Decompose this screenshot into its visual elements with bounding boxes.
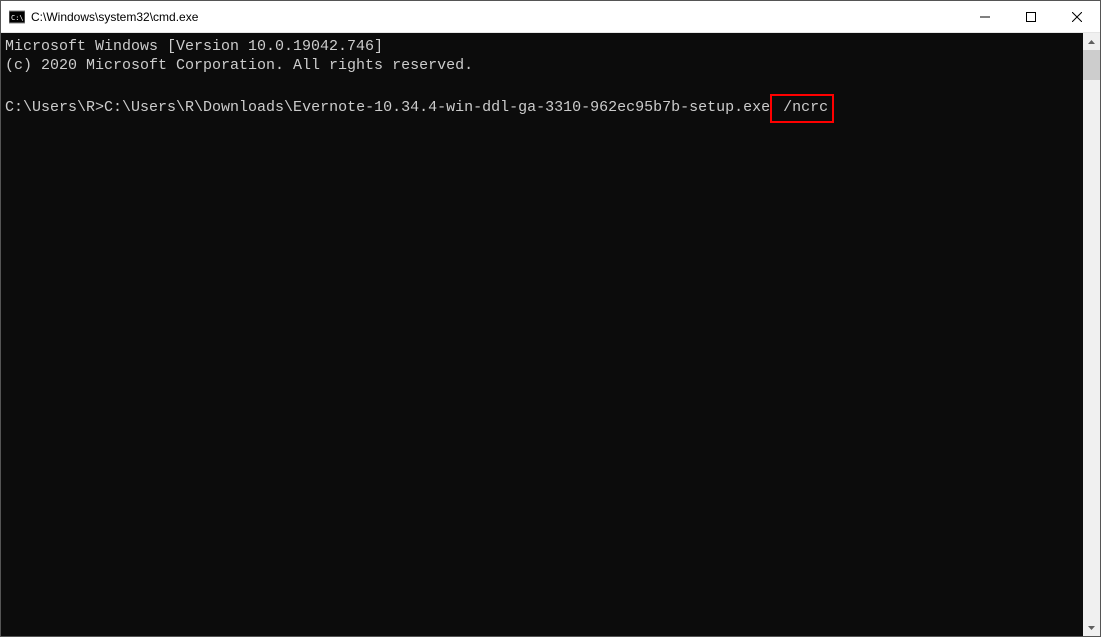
window-title: C:\Windows\system32\cmd.exe xyxy=(31,10,198,24)
close-button[interactable] xyxy=(1054,1,1100,32)
command-text: C:\Users\R\Downloads\Evernote-10.34.4-wi… xyxy=(104,99,770,116)
titlebar: C:\ C:\Windows\system32\cmd.exe xyxy=(1,1,1100,33)
ncrc-flag: /ncrc xyxy=(783,99,828,116)
scroll-down-arrow[interactable] xyxy=(1083,619,1100,636)
scroll-track[interactable] xyxy=(1083,50,1100,619)
scroll-up-arrow[interactable] xyxy=(1083,33,1100,50)
console-output[interactable]: Microsoft Windows [Version 10.0.19042.74… xyxy=(1,33,1083,636)
svg-text:C:\: C:\ xyxy=(11,14,24,22)
highlighted-flag: /ncrc xyxy=(770,94,834,123)
window-controls xyxy=(962,1,1100,32)
version-line: Microsoft Windows [Version 10.0.19042.74… xyxy=(5,38,383,55)
minimize-button[interactable] xyxy=(962,1,1008,32)
titlebar-left: C:\ C:\Windows\system32\cmd.exe xyxy=(1,9,198,25)
maximize-button[interactable] xyxy=(1008,1,1054,32)
vertical-scrollbar[interactable] xyxy=(1083,33,1100,636)
scroll-thumb[interactable] xyxy=(1083,50,1100,80)
cmd-window: C:\ C:\Windows\system32\cmd.exe Microsof… xyxy=(0,0,1101,637)
console-area: Microsoft Windows [Version 10.0.19042.74… xyxy=(1,33,1100,636)
cmd-icon: C:\ xyxy=(9,9,25,25)
prompt: C:\Users\R> xyxy=(5,99,104,116)
copyright-line: (c) 2020 Microsoft Corporation. All righ… xyxy=(5,57,473,74)
